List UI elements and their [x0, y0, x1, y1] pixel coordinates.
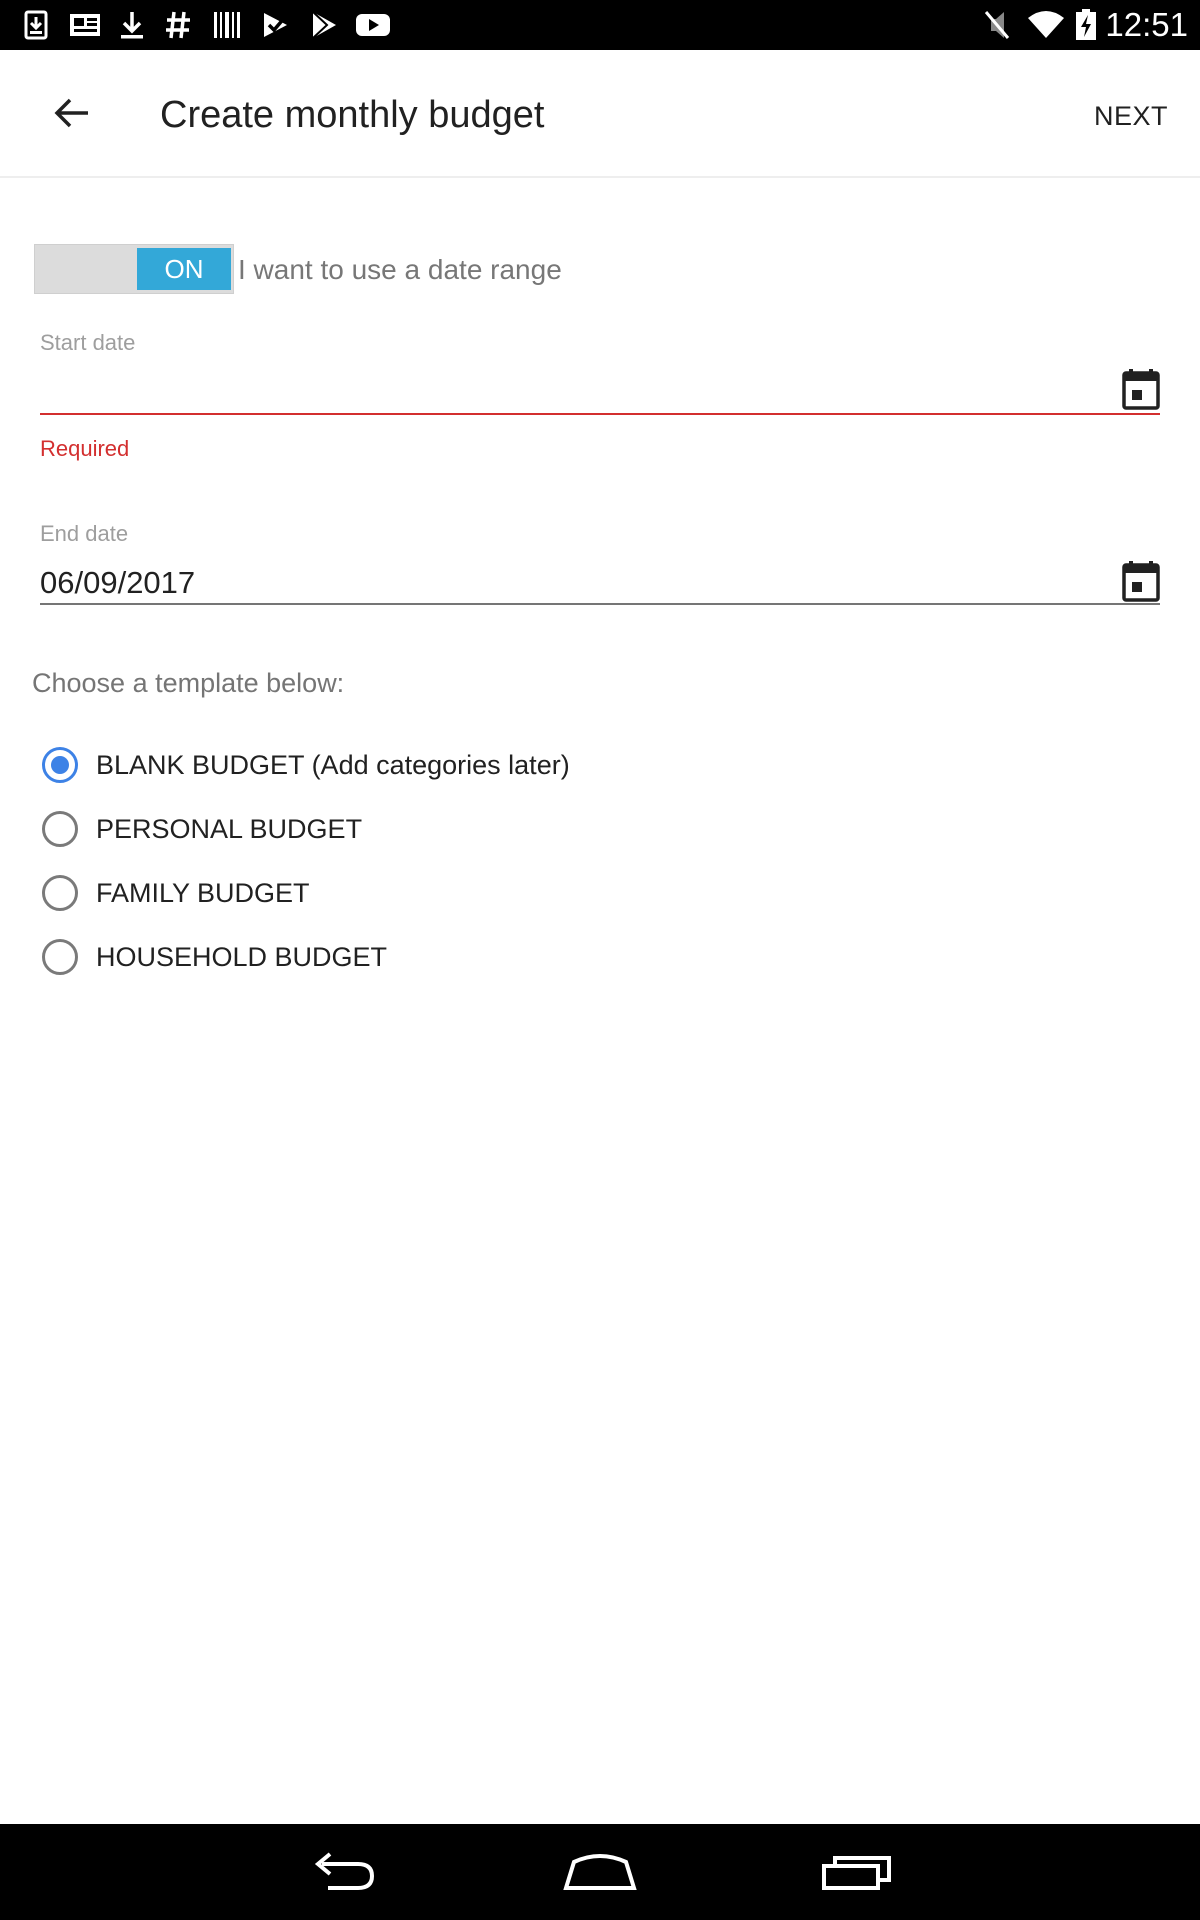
template-option-family[interactable]: FAMILY BUDGET [42, 869, 310, 917]
battery-charging-icon [1074, 9, 1098, 41]
end-date-field[interactable]: 06/09/2017 [40, 562, 195, 604]
wifi-icon [1026, 9, 1066, 41]
back-nav-icon[interactable] [298, 1844, 388, 1900]
calendar-icon[interactable] [1122, 560, 1160, 602]
end-date-label: End date [40, 521, 129, 546]
template-option-label: FAMILY BUDGET [96, 878, 310, 908]
date-range-toggle[interactable]: ON [34, 244, 234, 294]
radio-button[interactable] [42, 811, 78, 847]
template-option-label: BLANK BUDGET (Add categories later) [96, 750, 570, 780]
template-prompt: Choose a template below: [32, 668, 345, 698]
template-option-household[interactable]: HOUSEHOLD BUDGET [42, 933, 387, 981]
toggle-on-indicator: ON [137, 248, 231, 290]
check-flag-icon [260, 9, 292, 41]
end-date-underline [40, 603, 1160, 605]
home-nav-icon[interactable] [555, 1844, 645, 1900]
radio-button[interactable] [42, 875, 78, 911]
toolbar: Create monthly budget NEXT [0, 50, 1200, 178]
radio-button[interactable] [42, 939, 78, 975]
download-box-icon [22, 9, 50, 41]
template-option-blank[interactable]: BLANK BUDGET (Add categories later) [42, 741, 570, 789]
recents-nav-icon[interactable] [812, 1844, 902, 1900]
start-date-underline [40, 413, 1160, 415]
start-date-label: Start date [40, 330, 136, 355]
template-option-label: HOUSEHOLD BUDGET [96, 942, 388, 972]
hashtag-icon [164, 9, 192, 41]
youtube-icon [354, 9, 392, 41]
status-bar: 12:51 [0, 0, 1200, 50]
navigation-bar [0, 1824, 1200, 1920]
page-title: Create monthly budget [160, 94, 545, 136]
back-button[interactable] [40, 88, 104, 138]
barcode-icon [212, 9, 242, 41]
download-icon [118, 9, 146, 41]
next-button[interactable]: NEXT [1094, 96, 1168, 136]
template-option-label: PERSONAL BUDGET [96, 814, 363, 844]
play-store-icon [308, 9, 340, 41]
radio-button[interactable] [42, 747, 78, 783]
date-range-label: I want to use a date range [238, 254, 562, 285]
news-icon [68, 9, 102, 41]
clock: 12:51 [1105, 6, 1188, 43]
template-option-personal[interactable]: PERSONAL BUDGET [42, 805, 362, 853]
calendar-icon[interactable] [1122, 368, 1160, 410]
arrow-left-icon [54, 98, 88, 128]
start-date-error: Required [40, 436, 130, 461]
mute-icon [982, 9, 1012, 41]
